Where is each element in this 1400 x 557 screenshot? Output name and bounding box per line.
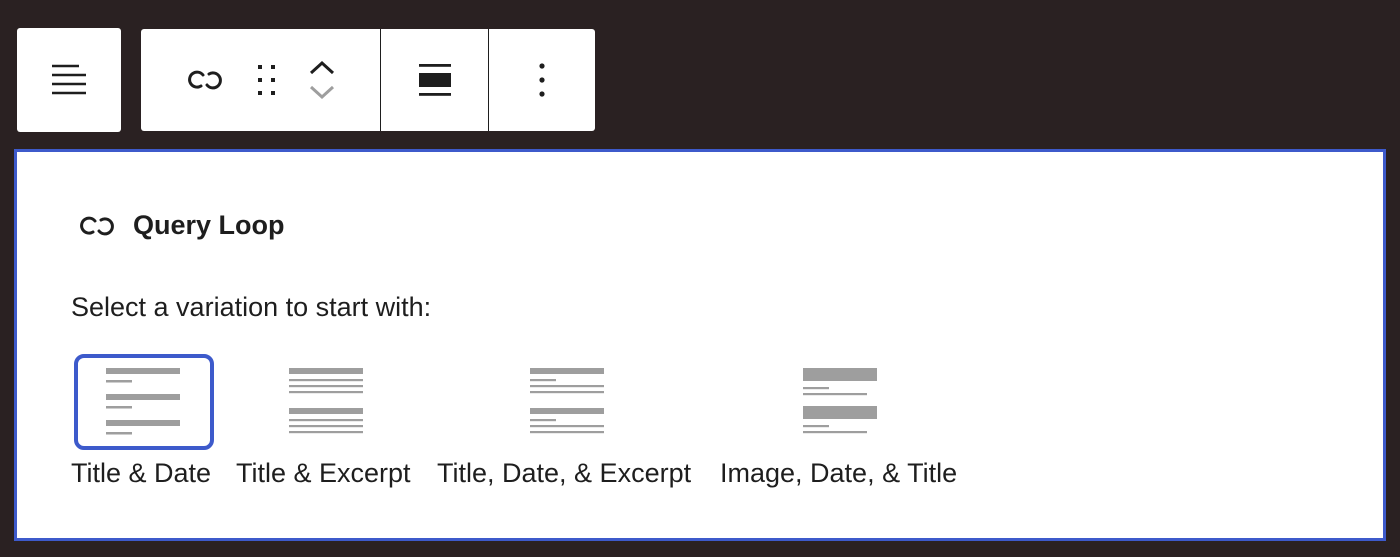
more-options-group (489, 29, 595, 131)
paragraph-block-button[interactable] (17, 28, 121, 132)
align-wide-icon (418, 64, 451, 96)
variation-title-date-excerpt-icon (498, 354, 638, 450)
block-controls-group (141, 29, 381, 131)
variation-title-date-excerpt-label: Title, Date, & Excerpt (437, 458, 692, 488)
drag-handle-icon (257, 65, 275, 95)
chevron-up-icon (309, 60, 334, 75)
block-mover (308, 60, 336, 100)
variation-image-date-title-label: Image, Date, & Title (720, 458, 958, 488)
query-loop-placeholder: Query Loop Select a variation to start w… (14, 149, 1386, 541)
block-toolbar (141, 29, 595, 131)
align-button[interactable] (417, 62, 453, 98)
block-type-button[interactable] (185, 67, 225, 93)
move-up-button[interactable] (308, 60, 336, 76)
variation-title-excerpt-label: Title & Excerpt (236, 458, 411, 488)
chevron-down-icon (309, 85, 334, 100)
variation-title-date-icon (74, 354, 214, 450)
variation-picker: Title & Date Title & Excerpt Title, Date… (17, 152, 1383, 538)
drag-handle[interactable] (256, 62, 278, 98)
align-group (381, 29, 489, 131)
loop-icon (188, 70, 223, 90)
align-left-icon (52, 64, 86, 95)
variation-title-date-label: Title & Date (71, 458, 212, 488)
variation-title-excerpt-icon (257, 354, 397, 450)
more-options-button[interactable] (537, 62, 547, 98)
variation-image-date-title-icon (771, 354, 911, 450)
more-vertical-icon (539, 63, 545, 97)
move-down-button[interactable] (308, 84, 336, 100)
